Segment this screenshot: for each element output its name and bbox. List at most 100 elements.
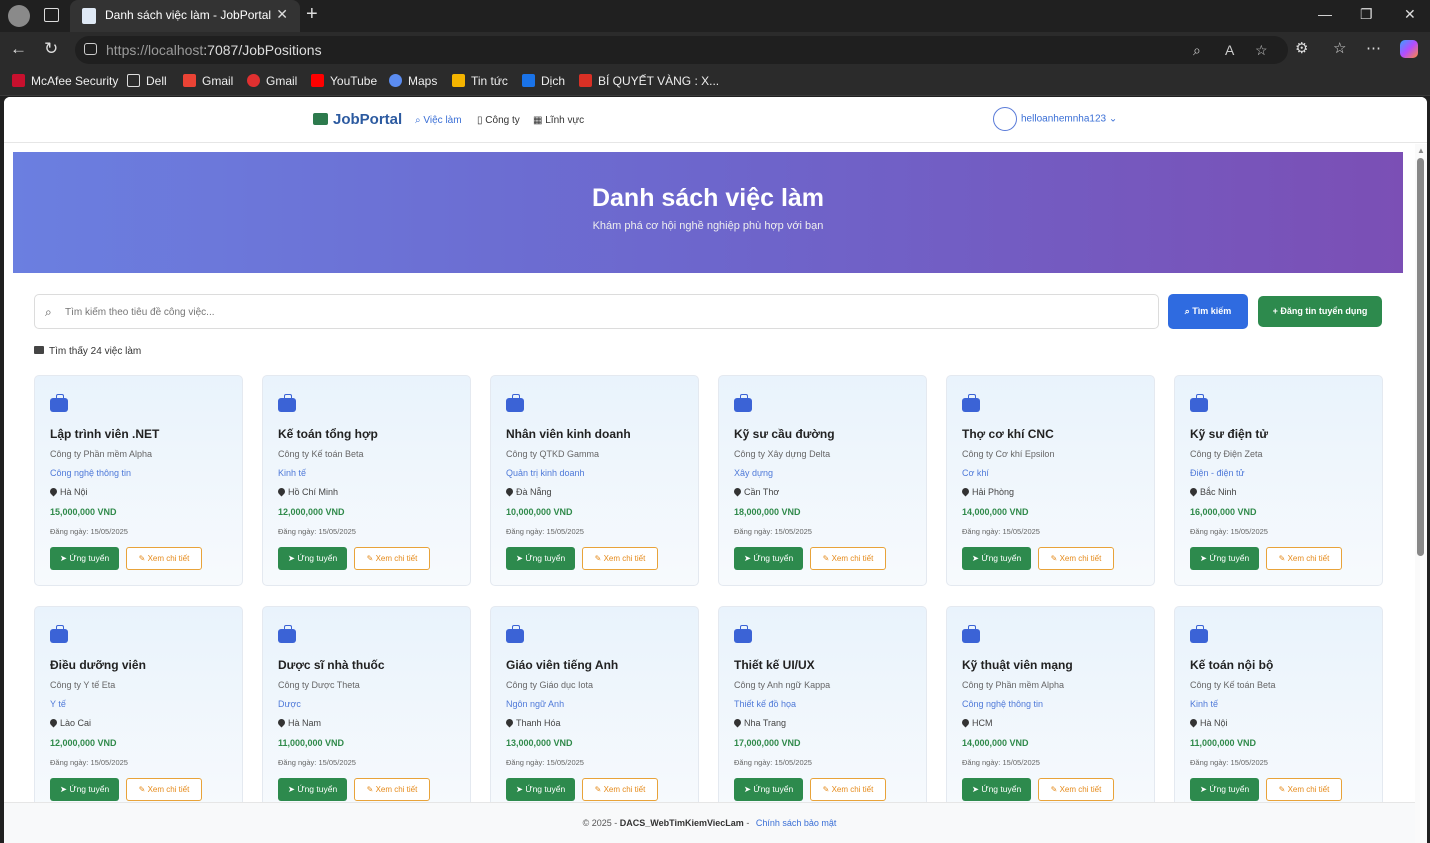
job-card[interactable]: Kỹ thuật viên mạng Công ty Phần mềm Alpha… — [946, 606, 1155, 817]
job-card[interactable]: Nhân viên kinh doanh Công ty QTKD Gamma Qu… — [490, 375, 699, 586]
bookmark-gmail[interactable]: Gmail — [183, 74, 233, 88]
apply-button[interactable]: ➤ Ứng tuyển — [278, 778, 347, 801]
apply-button[interactable]: ➤ Ứng tuyển — [278, 547, 347, 570]
bookmark-mcafee[interactable]: McAfee Security — [12, 74, 118, 88]
maximize-icon[interactable]: ❐ — [1360, 6, 1373, 23]
job-title[interactable]: Nhân viên kinh doanh — [506, 427, 631, 441]
job-card[interactable]: Kỹ sư điện tử Công ty Điện Zeta Điện - điệ… — [1174, 375, 1383, 586]
apply-button[interactable]: ➤ Ứng tuyển — [50, 778, 119, 801]
view-detail-button[interactable]: ✎ Xem chi tiết — [126, 547, 202, 570]
job-card[interactable]: Dược sĩ nhà thuốc Công ty Dược Theta Dược H… — [262, 606, 471, 817]
scroll-thumb[interactable] — [1417, 158, 1424, 556]
search-button[interactable]: ⌕ Tìm kiếm — [1168, 294, 1248, 329]
bookmark-news[interactable]: Tin tức — [452, 74, 508, 88]
view-detail-button[interactable]: ✎ Xem chi tiết — [1266, 547, 1342, 570]
job-title[interactable]: Lập trình viên .NET — [50, 427, 159, 441]
view-detail-button[interactable]: ✎ Xem chi tiết — [810, 778, 886, 801]
job-card[interactable]: Điều dưỡng viên Công ty Y tế Eta Y tế Lào C… — [34, 606, 243, 817]
job-title[interactable]: Điều dưỡng viên — [50, 658, 146, 672]
browser-tab[interactable]: Danh sách việc làm - JobPortal ✕ — [70, 0, 300, 32]
nav-companies[interactable]: ▯ Công ty — [477, 115, 520, 126]
job-company: Công ty Cơ khí Epsilon — [962, 449, 1055, 459]
privacy-link[interactable]: Chính sách bảo mật — [756, 818, 837, 828]
job-title[interactable]: Dược sĩ nhà thuốc — [278, 658, 385, 672]
user-avatar — [993, 107, 1017, 131]
apply-button[interactable]: ➤ Ứng tuyển — [506, 547, 575, 570]
profile-avatar-icon[interactable] — [8, 5, 30, 27]
job-card[interactable]: Thiết kế UI/UX Công ty Anh ngữ Kappa Thiết… — [718, 606, 927, 817]
window-close-icon[interactable]: ✕ — [1404, 6, 1416, 23]
view-detail-button[interactable]: ✎ Xem chi tiết — [582, 778, 658, 801]
job-title[interactable]: Thiết kế UI/UX — [734, 658, 815, 672]
url-field[interactable]: https://localhost:7087/JobPositions ⌕ A … — [75, 36, 1288, 64]
apply-button[interactable]: ➤ Ứng tuyển — [734, 778, 803, 801]
apply-button[interactable]: ➤ Ứng tuyển — [1190, 547, 1259, 570]
bookmark-translate[interactable]: Dịch — [522, 74, 565, 88]
zoom-icon[interactable]: ⌕ — [1193, 42, 1201, 59]
view-detail-button[interactable]: ✎ Xem chi tiết — [810, 547, 886, 570]
job-card[interactable]: Kỹ sư cầu đường Công ty Xây dựng Delta Xây… — [718, 375, 927, 586]
map-pin-icon — [1188, 717, 1199, 728]
apply-button[interactable]: ➤ Ứng tuyển — [734, 547, 803, 570]
job-title[interactable]: Kỹ sư cầu đường — [734, 427, 835, 441]
view-detail-button[interactable]: ✎ Xem chi tiết — [1038, 547, 1114, 570]
apply-button[interactable]: ➤ Ứng tuyển — [506, 778, 575, 801]
back-icon[interactable]: ← — [10, 39, 27, 59]
bookmark-gmail-2[interactable]: Gmail — [247, 74, 297, 88]
bookmark-dell[interactable]: Dell — [127, 74, 167, 88]
job-card[interactable]: Kế toán tổng hợp Công ty Kế toán Beta Kinh… — [262, 375, 471, 586]
more-icon[interactable]: ⋯ — [1366, 39, 1381, 57]
bookmark-bi-quyet[interactable]: BÍ QUYẾT VÀNG : X... — [579, 74, 719, 88]
view-detail-button[interactable]: ✎ Xem chi tiết — [354, 778, 430, 801]
search-icon: ⌕ — [45, 305, 52, 319]
apply-button[interactable]: ➤ Ứng tuyển — [962, 778, 1031, 801]
user-menu[interactable]: helloanhemnha123 ⌄ — [993, 107, 1117, 131]
read-aloud-icon[interactable]: A — [1225, 42, 1234, 58]
job-title[interactable]: Thợ cơ khí CNC — [962, 427, 1054, 441]
brand-logo[interactable]: JobPortal — [313, 111, 402, 128]
job-title[interactable]: Kế toán nội bộ — [1190, 658, 1273, 672]
view-detail-button[interactable]: ✎ Xem chi tiết — [126, 778, 202, 801]
job-field: Dược — [278, 699, 301, 709]
site-info-icon[interactable] — [84, 43, 97, 55]
view-detail-button[interactable]: ✎ Xem chi tiết — [1038, 778, 1114, 801]
job-card[interactable]: Kế toán nội bộ Công ty Kế toán Beta Kinh t… — [1174, 606, 1383, 817]
nav-jobs[interactable]: ⌕ Việc làm — [415, 115, 462, 126]
job-card[interactable]: Thợ cơ khí CNC Công ty Cơ khí Epsilon Cơ k… — [946, 375, 1155, 586]
send-icon: ➤ — [287, 553, 295, 563]
view-detail-button[interactable]: ✎ Xem chi tiết — [1266, 778, 1342, 801]
refresh-icon[interactable]: ↻ — [44, 39, 58, 59]
apply-button[interactable]: ➤ Ứng tuyển — [962, 547, 1031, 570]
minimize-icon[interactable]: — — [1318, 6, 1332, 22]
scroll-up-icon[interactable]: ▲ — [1417, 146, 1425, 155]
view-detail-button[interactable]: ✎ Xem chi tiết — [354, 547, 430, 570]
job-card[interactable]: Lập trình viên .NET Công ty Phần mềm Alph… — [34, 375, 243, 586]
page-scrollbar[interactable]: ▲ — [1415, 144, 1427, 843]
view-detail-button[interactable]: ✎ Xem chi tiết — [582, 547, 658, 570]
job-post-date: Đăng ngày: 15/05/2025 — [962, 758, 1040, 767]
job-title[interactable]: Kỹ sư điện tử — [1190, 427, 1268, 441]
post-job-button[interactable]: + Đăng tin tuyển dụng — [1258, 296, 1382, 327]
job-card[interactable]: Giáo viên tiếng Anh Công ty Giáo dục Iota… — [490, 606, 699, 817]
mcafee-icon — [12, 74, 25, 87]
bookmark-maps[interactable]: Maps — [389, 74, 437, 88]
search-input[interactable] — [65, 301, 1145, 323]
apply-button[interactable]: ➤ Ứng tuyển — [1190, 778, 1259, 801]
favorites-icon[interactable]: ☆ — [1333, 39, 1346, 57]
bookmark-youtube[interactable]: YouTube — [311, 74, 377, 88]
new-tab-icon[interactable]: + — [306, 3, 318, 26]
extensions-icon[interactable]: ⚙ — [1295, 39, 1308, 57]
job-title[interactable]: Kế toán tổng hợp — [278, 427, 378, 441]
nav-fields[interactable]: ▦ Lĩnh vực — [533, 115, 584, 126]
close-tab-icon[interactable]: ✕ — [276, 6, 288, 23]
job-company: Công ty Kế toán Beta — [1190, 680, 1276, 690]
job-title[interactable]: Kỹ thuật viên mạng — [962, 658, 1073, 672]
job-title[interactable]: Giáo viên tiếng Anh — [506, 658, 618, 672]
apply-button[interactable]: ➤ Ứng tuyển — [50, 547, 119, 570]
send-icon: ➤ — [743, 553, 751, 563]
favorite-star-icon[interactable]: ☆ — [1255, 42, 1268, 59]
tab-actions-icon[interactable] — [44, 8, 59, 22]
copilot-icon[interactable] — [1400, 40, 1418, 58]
job-location: Hà Nội — [1188, 717, 1228, 728]
url-text: https://localhost:7087/JobPositions — [106, 42, 322, 58]
